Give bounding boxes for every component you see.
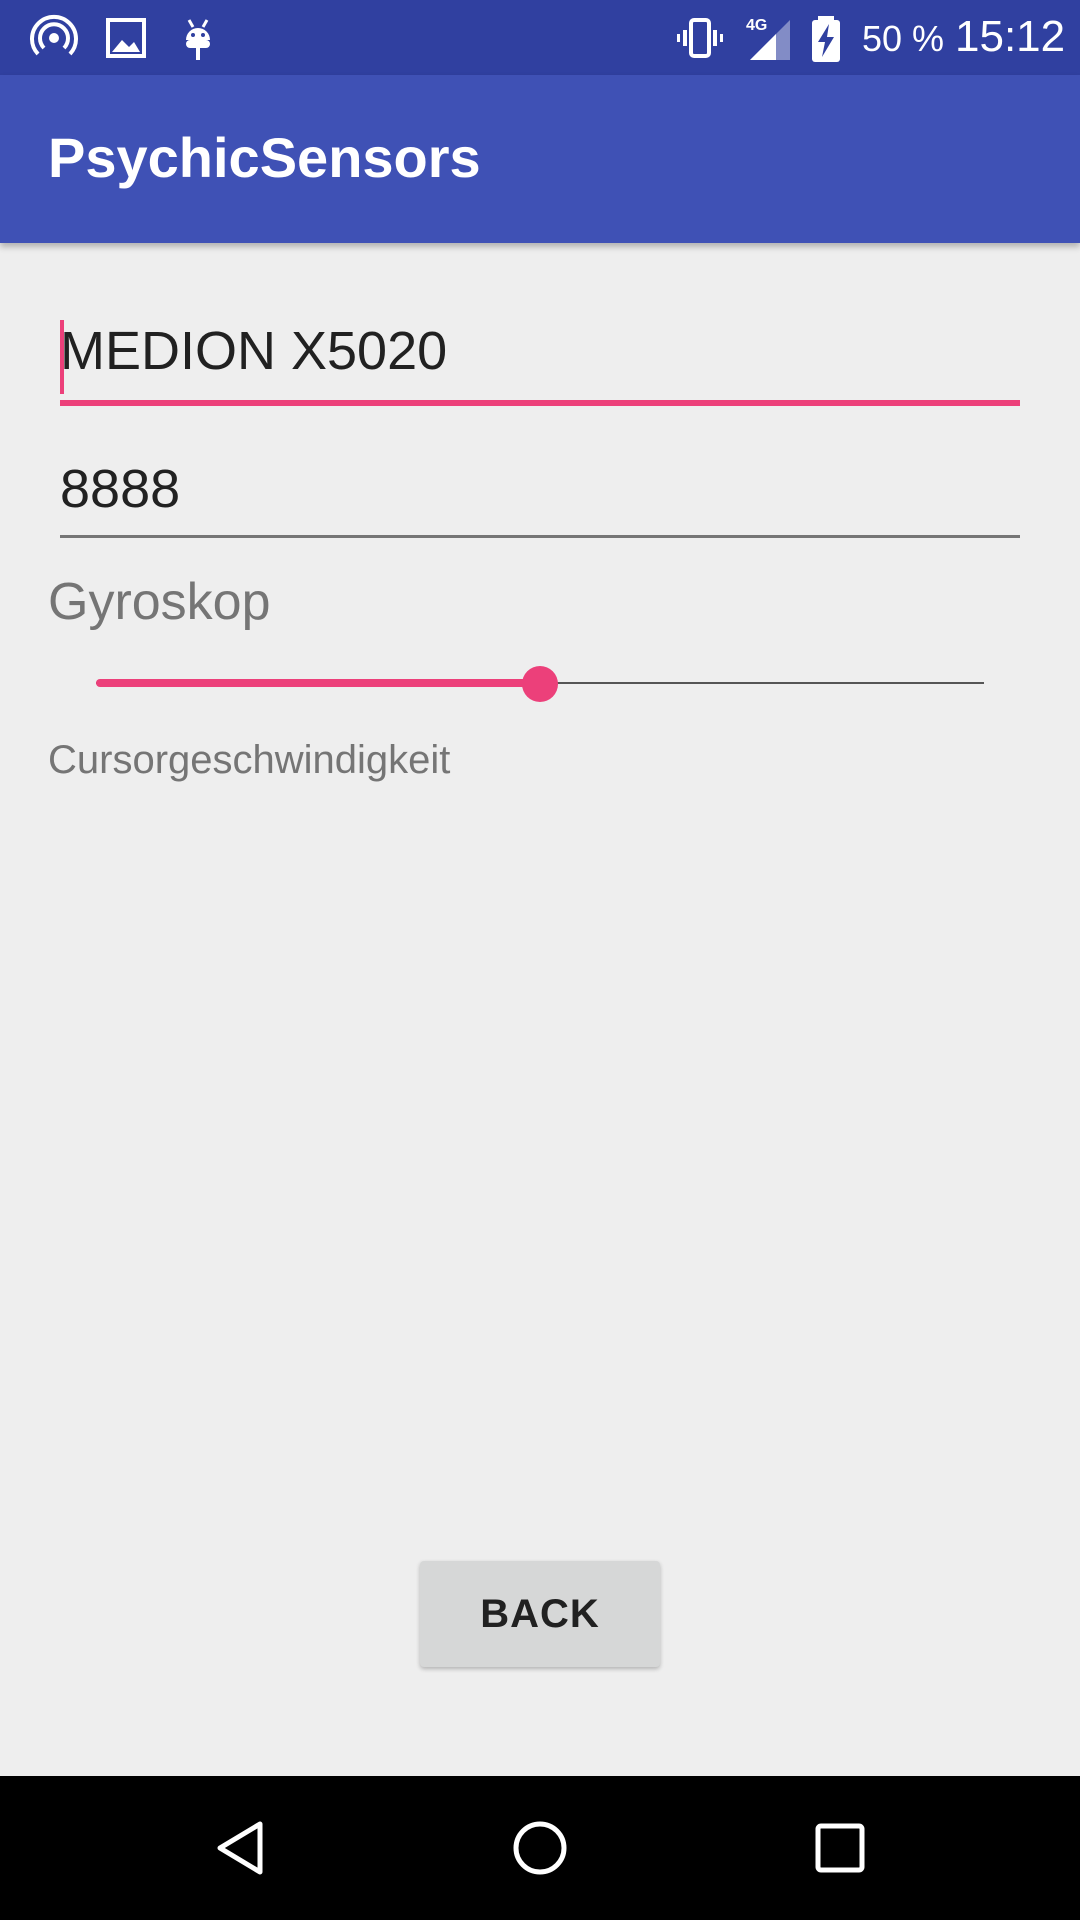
port-field[interactable] — [60, 458, 1020, 538]
status-bar: 4G 50 % 15:12 — [0, 0, 1080, 75]
home-circle-icon[interactable] — [510, 1818, 570, 1878]
hotspot-icon — [30, 14, 78, 56]
port-underline — [60, 535, 1020, 538]
image-icon — [106, 18, 146, 58]
back-button[interactable]: BACK — [420, 1561, 660, 1667]
text-cursor — [60, 320, 64, 394]
back-triangle-icon[interactable] — [210, 1818, 270, 1878]
vibrate-icon — [677, 18, 723, 58]
svg-text:4G: 4G — [746, 17, 767, 34]
app-bar: PsychicSensors — [0, 75, 1080, 243]
signal-4g-icon: 4G — [746, 17, 790, 60]
device-name-field[interactable] — [60, 320, 1020, 406]
android-debug-icon — [186, 19, 210, 60]
app-title: PsychicSensors — [48, 126, 481, 189]
device-name-underline — [60, 400, 1020, 406]
port-input[interactable] — [60, 458, 1020, 520]
battery-charging-icon — [812, 16, 840, 62]
slider-thumb[interactable] — [522, 666, 558, 702]
gyroscope-label: Gyroskop — [48, 573, 271, 631]
speed-caption: Cursorgeschwindigkeit — [48, 738, 451, 782]
recents-square-icon[interactable] — [810, 1818, 870, 1878]
clock: 15:12 — [955, 12, 1066, 61]
navigation-bar — [0, 1776, 1080, 1920]
slider-fill — [96, 679, 540, 687]
speed-slider[interactable] — [96, 662, 984, 706]
device-name-input[interactable] — [60, 320, 1020, 382]
battery-percent: 50 % — [862, 18, 945, 59]
